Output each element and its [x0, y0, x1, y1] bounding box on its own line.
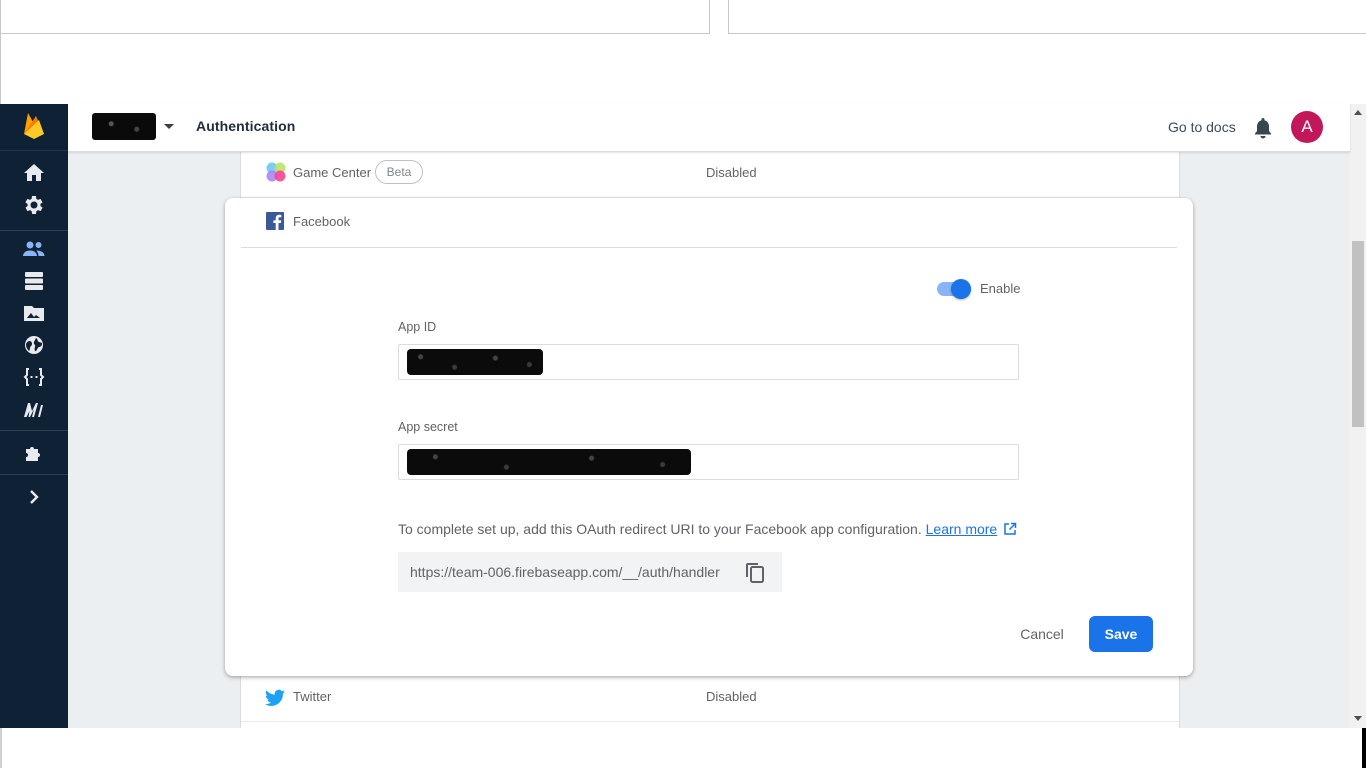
home-icon[interactable]	[22, 161, 46, 185]
enable-toggle[interactable]	[936, 278, 972, 300]
ml-icon[interactable]	[22, 398, 46, 422]
firebase-logo[interactable]	[0, 104, 68, 151]
provider-status: Disabled	[706, 689, 757, 704]
page-scrollbar[interactable]	[1350, 104, 1366, 728]
browser-bottom-area	[0, 728, 1366, 768]
copy-icon[interactable]	[744, 561, 766, 583]
scroll-down-arrow[interactable]	[1354, 716, 1362, 721]
enable-label: Enable	[980, 281, 1021, 296]
go-to-docs-link[interactable]: Go to docs	[1168, 119, 1236, 135]
twitter-icon	[265, 689, 285, 706]
browser-frame-right	[728, 0, 1366, 34]
browser-frame-body	[0, 34, 1366, 104]
redacted-value	[407, 349, 543, 375]
provider-name: Twitter	[293, 689, 332, 704]
frame-edge	[0, 728, 2, 768]
provider-name: Facebook	[293, 214, 351, 229]
redacted-value	[407, 449, 691, 475]
beta-badge: Beta	[375, 160, 423, 184]
bell-icon[interactable]	[1253, 117, 1273, 139]
game-center-icon	[266, 162, 286, 182]
users-icon[interactable]	[22, 237, 46, 261]
avatar[interactable]: A	[1291, 111, 1323, 143]
cancel-button[interactable]: Cancel	[1008, 616, 1076, 652]
toggle-knob	[951, 279, 971, 299]
functions-icon[interactable]	[22, 365, 46, 389]
sidebar-divider	[0, 430, 68, 431]
note-text: To complete set up, add this OAuth redir…	[398, 521, 922, 537]
scroll-up-arrow[interactable]	[1354, 110, 1362, 115]
sidebar-divider	[0, 230, 68, 231]
scrollbar-thumb[interactable]	[1352, 241, 1364, 427]
learn-more-link[interactable]: Learn more	[926, 521, 998, 537]
save-button[interactable]: Save	[1089, 616, 1153, 652]
redirect-uri[interactable]: https://team-006.firebaseapp.com/__/auth…	[410, 564, 720, 580]
sidebar	[0, 104, 68, 728]
redirect-uri-box: https://team-006.firebaseapp.com/__/auth…	[398, 552, 782, 592]
external-link-icon[interactable]	[1003, 522, 1017, 536]
browser-top-area	[0, 0, 1366, 104]
database-icon[interactable]	[22, 269, 46, 293]
redirect-uri-note: To complete set up, add this OAuth redir…	[398, 521, 1017, 537]
page-title: Authentication	[196, 118, 296, 134]
storage-icon[interactable]	[22, 301, 46, 325]
app-secret-field[interactable]	[398, 444, 1019, 480]
app-id-label: App ID	[398, 320, 437, 334]
app-id-field[interactable]	[398, 344, 1019, 380]
app-secret-label: App secret	[398, 420, 458, 434]
facebook-icon	[266, 212, 284, 230]
provider-row-game-center[interactable]: Game Center Beta Disabled	[241, 152, 1179, 198]
provider-name: Game Center	[293, 165, 372, 180]
globe-icon[interactable]	[22, 333, 46, 357]
frame-edge	[1362, 728, 1366, 768]
expand-icon[interactable]	[22, 485, 46, 509]
sidebar-divider	[0, 474, 68, 475]
panel-header: Facebook	[241, 198, 1177, 248]
app-header: Authentication Go to docs A	[68, 104, 1350, 152]
firebase-flame-icon	[24, 113, 44, 139]
gear-icon[interactable]	[22, 193, 46, 217]
extensions-icon[interactable]	[22, 441, 46, 465]
facebook-provider-panel: Facebook Enable App ID App secret To com…	[225, 198, 1193, 676]
redacted-project-name	[92, 113, 156, 140]
browser-frame-left	[0, 0, 710, 34]
project-selector[interactable]	[92, 113, 156, 140]
provider-status: Disabled	[706, 165, 757, 180]
chevron-down-icon[interactable]	[164, 124, 174, 129]
provider-row-twitter[interactable]: Twitter Disabled	[241, 676, 1179, 722]
